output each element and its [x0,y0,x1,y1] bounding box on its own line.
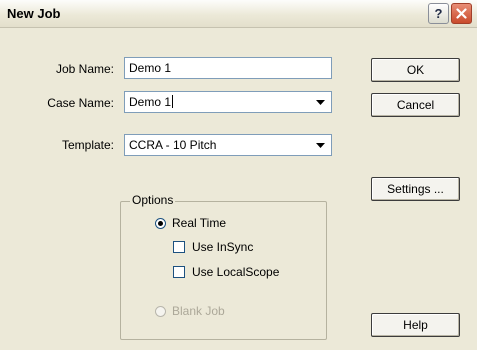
job-name-label: Job Name: [55,62,114,76]
radio-disabled-icon [155,305,166,317]
cancel-button-label: Cancel [396,98,435,112]
settings-button[interactable]: Settings ... [371,177,460,201]
job-name-value: Demo 1 [129,61,172,75]
case-name-dropdown-button[interactable] [311,94,329,110]
job-name-input[interactable]: Demo 1 [124,57,332,79]
ok-button-label: OK [406,63,425,77]
cancel-button[interactable]: Cancel [371,93,460,117]
help-button-label: Help [403,318,428,332]
use-localscope-label: Use LocalScope [192,265,280,279]
question-mark-icon: ? [434,6,443,21]
chevron-down-icon [315,99,325,105]
case-name-label: Case Name: [47,96,114,110]
use-insync-checkbox[interactable]: Use InSync [173,240,253,254]
close-button[interactable] [451,3,472,24]
title-bar[interactable]: New Job ? [0,0,477,28]
settings-button-label: Settings ... [387,182,444,196]
case-name-value: Demo 1 [129,95,172,109]
template-dropdown-button[interactable] [311,137,329,153]
use-localscope-checkbox[interactable]: Use LocalScope [173,265,279,279]
real-time-label: Real Time [172,216,227,230]
chevron-down-icon [315,142,325,148]
real-time-radio[interactable]: Real Time [155,216,226,230]
options-legend: Options [130,193,176,207]
close-x-icon [456,8,467,19]
checkbox-unchecked-icon [173,241,185,253]
radio-selected-icon [155,217,166,229]
text-caret [172,95,174,108]
checkbox-unchecked-icon [173,266,185,278]
blank-job-label: Blank Job [172,304,225,318]
dialog-title: New Job [7,6,61,21]
template-value: CCRA - 10 Pitch [129,138,217,152]
use-insync-label: Use InSync [192,240,254,254]
help-button[interactable]: Help [371,313,460,337]
blank-job-radio: Blank Job [155,304,225,318]
context-help-button[interactable]: ? [428,3,449,24]
template-label: Template: [61,138,114,152]
ok-button[interactable]: OK [371,58,460,82]
case-name-combobox[interactable]: Demo 1 [124,91,332,113]
template-combobox[interactable]: CCRA - 10 Pitch [124,134,332,156]
